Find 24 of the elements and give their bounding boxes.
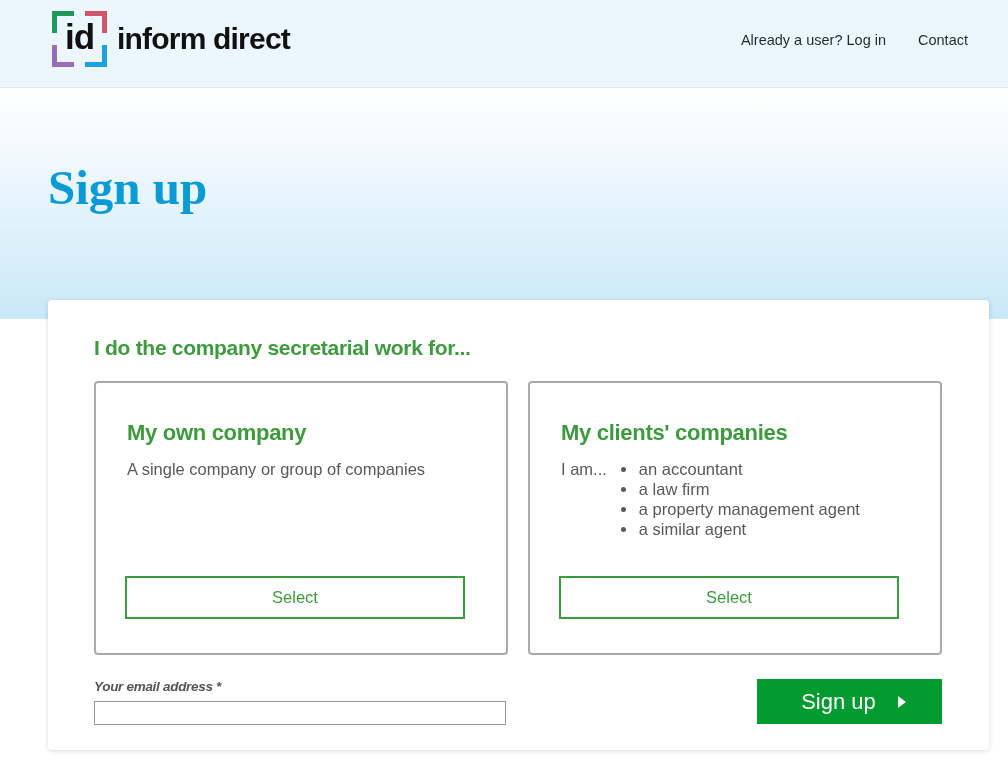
sign-up-button[interactable]: Sign up [757,679,942,724]
option-title: My own company [127,419,307,447]
list-item: a property management agent [638,499,860,519]
bullet-icon [620,506,626,512]
nav-link[interactable]: Contact [918,32,968,48]
select-button[interactable]: Select [125,576,465,619]
option-description: A single company or group of companies [127,459,426,479]
field-label: Your email address * [94,679,222,695]
page-title: Sign up [48,159,208,217]
list-item: an accountant [638,459,743,479]
nav-link[interactable]: Already a user? Log in [740,32,886,48]
logo-wordmark[interactable]: inform direct [117,21,290,56]
bullet-icon [620,526,626,532]
list-lead: I am... [561,459,607,479]
bullet-icon [620,486,626,492]
section-heading: I do the company secretarial work for... [94,335,471,361]
list-item: a law firm [638,479,710,499]
select-button[interactable]: Select [559,576,899,619]
option-title: My clients' companies [561,419,788,447]
email-input[interactable] [94,701,506,725]
bullet-icon [620,466,626,472]
caret-icon [897,695,906,708]
logo-mark[interactable]: id [52,10,107,67]
list-item: a similar agent [638,519,747,539]
